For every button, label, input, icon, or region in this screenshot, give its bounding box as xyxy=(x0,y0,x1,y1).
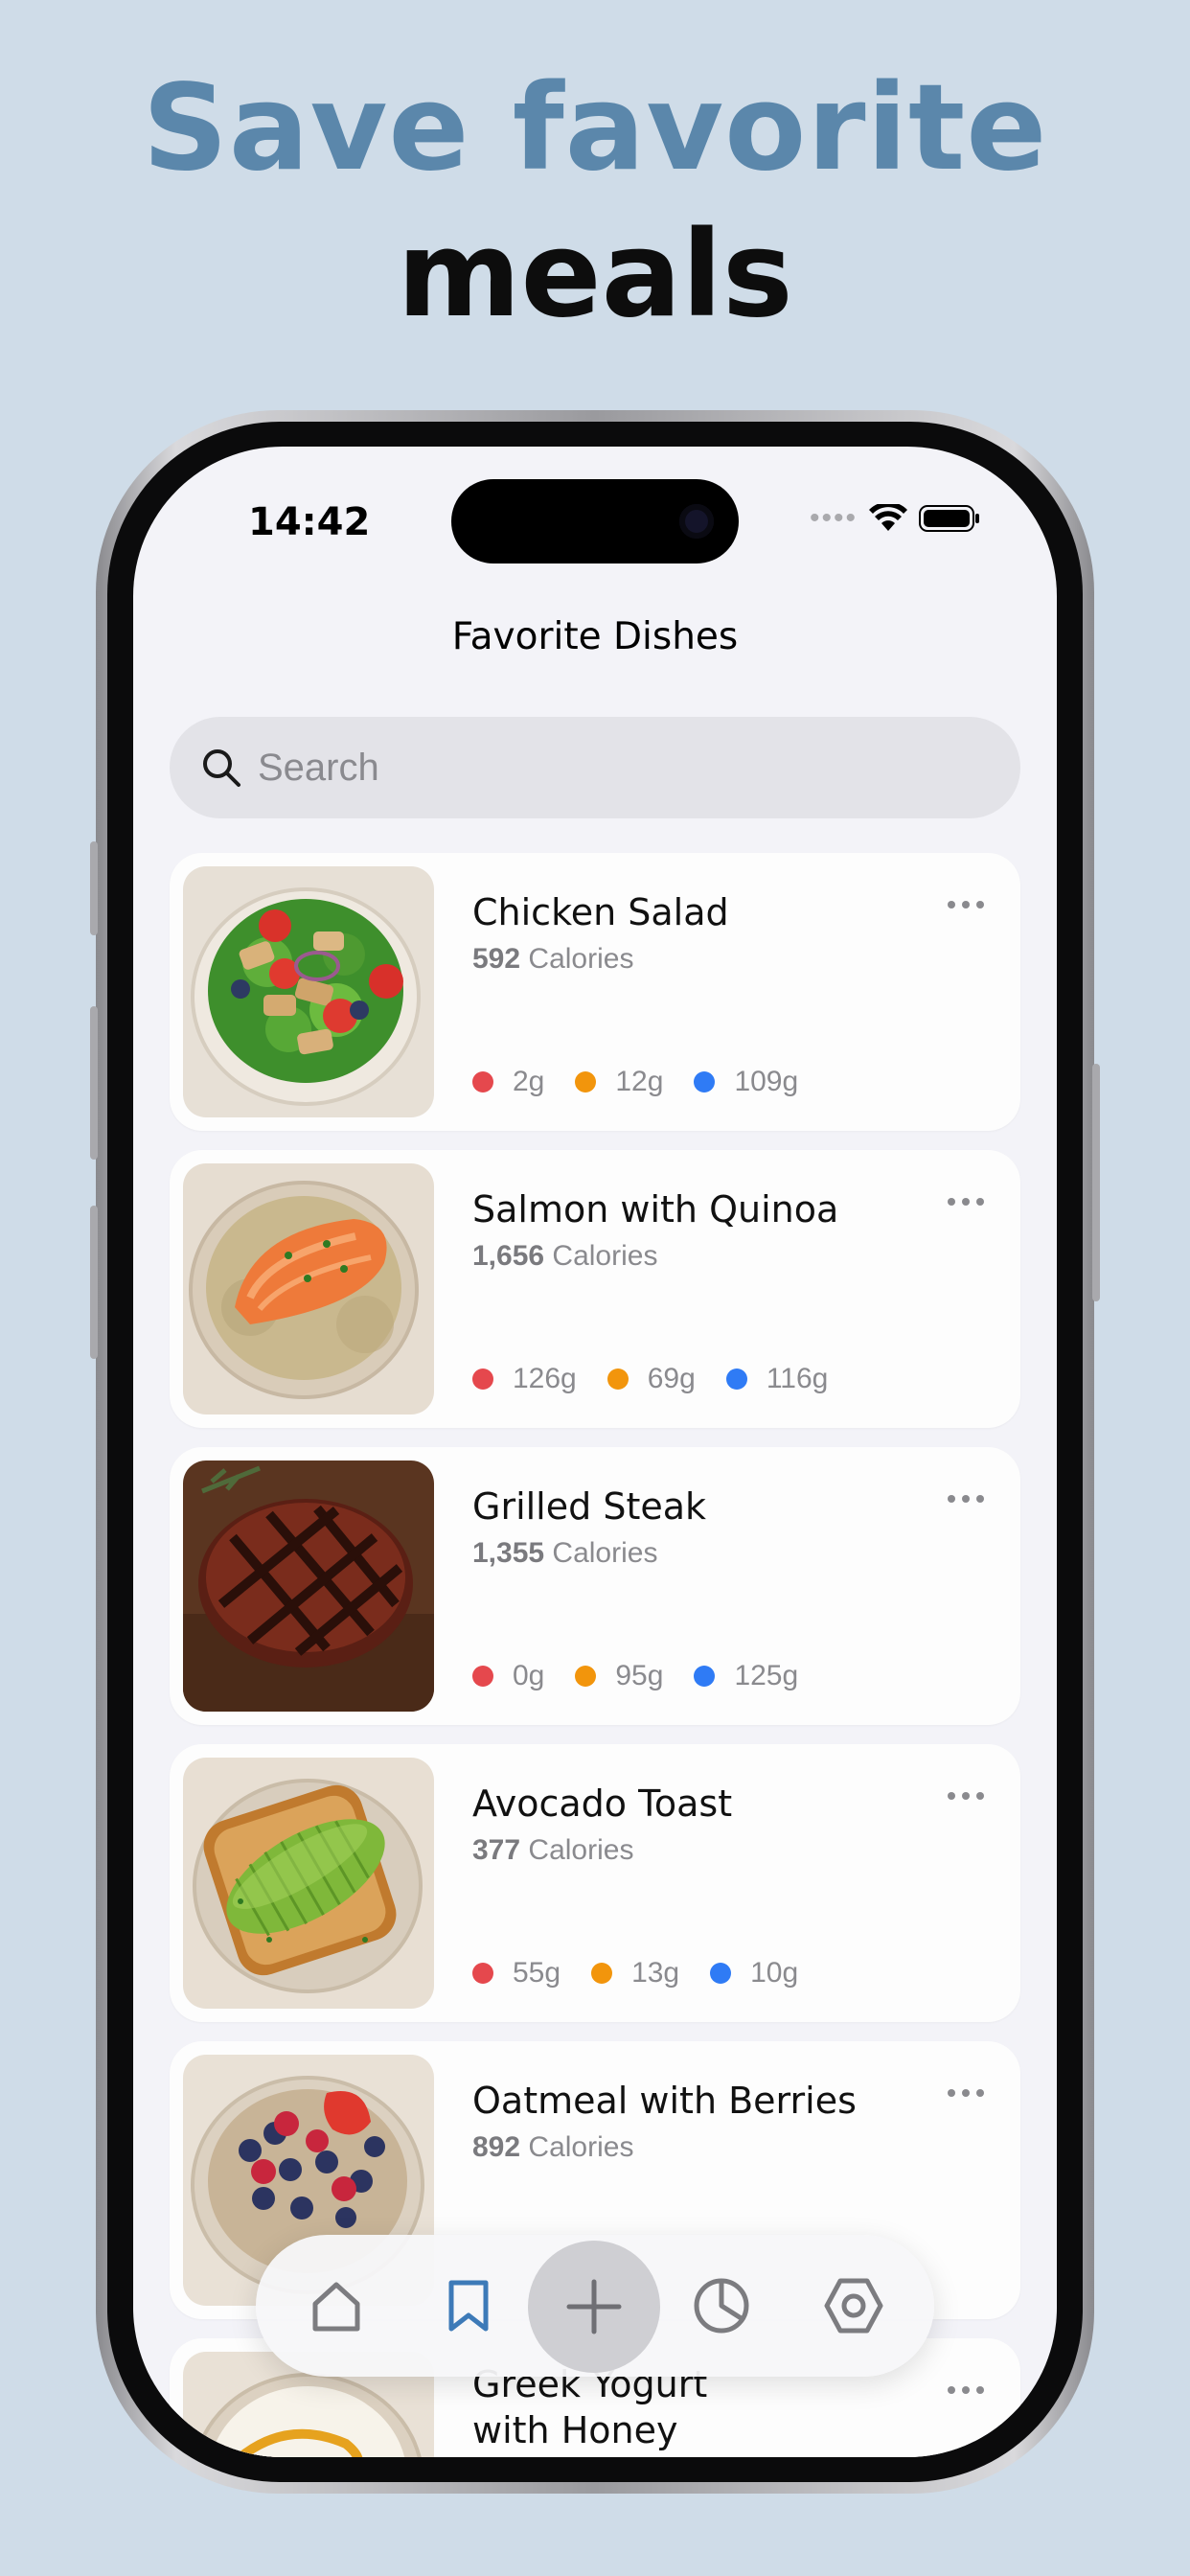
macro-row: 55g 13g 10g xyxy=(472,1957,829,1990)
protein-dot-icon xyxy=(472,1368,493,1390)
battery-icon xyxy=(919,505,979,532)
status-indicators: •••• xyxy=(810,502,980,535)
page-title: Favorite Dishes xyxy=(451,615,739,658)
macro-row: 2g 12g 109g xyxy=(472,1066,829,1098)
dish-card[interactable]: Avocado Toast 377 Calories 55g 13g 10g xyxy=(170,1744,1020,2022)
tab-favorites[interactable] xyxy=(426,2264,511,2348)
dish-image-salmon-quinoa xyxy=(183,1163,434,1414)
action-button xyxy=(90,841,98,935)
dish-name: Salmon with Quinoa xyxy=(472,1188,839,1230)
home-icon xyxy=(312,2282,360,2332)
dish-card[interactable]: Chicken Salad 592 Calories 2g 12g 109g xyxy=(170,853,1020,1131)
carbs-dot-icon xyxy=(575,1071,597,1092)
dish-name: Avocado Toast xyxy=(472,1782,733,1825)
promo-headline-line1: Save favorite xyxy=(142,59,1048,197)
fat-dot-icon xyxy=(694,1071,716,1092)
carbs-value: 95g xyxy=(615,1660,664,1691)
fat-value: 10g xyxy=(750,1957,799,1989)
volume-down-button xyxy=(90,1206,98,1359)
dish-card[interactable]: Grilled Steak 1,355 Calories 0g 95g 125g xyxy=(170,1447,1020,1725)
dish-calories: 1,656 Calories xyxy=(472,1240,658,1272)
promo-headline-line2: meals xyxy=(397,206,793,344)
macro-row: 0g 95g 125g xyxy=(472,1660,829,1692)
protein-dot-icon xyxy=(472,1071,493,1092)
more-options-icon[interactable] xyxy=(948,2386,984,2394)
protein-dot-icon xyxy=(472,1963,493,1984)
favorites-list: Chicken Salad 592 Calories 2g 12g 109g S… xyxy=(170,853,1020,2457)
fat-value: 125g xyxy=(734,1660,799,1691)
dish-name: Chicken Salad xyxy=(472,891,729,933)
carbs-dot-icon xyxy=(606,1368,629,1390)
settings-icon xyxy=(824,2278,883,2334)
status-time: 14:42 xyxy=(248,500,371,544)
more-options-icon[interactable] xyxy=(948,1198,984,1206)
search-icon xyxy=(203,749,240,787)
fat-dot-icon xyxy=(710,1963,732,1984)
volume-up-button xyxy=(90,1006,98,1160)
carbs-value: 13g xyxy=(631,1957,680,1989)
dynamic-island xyxy=(451,479,739,564)
carbs-value: 69g xyxy=(647,1363,696,1394)
fat-value: 116g xyxy=(766,1363,829,1394)
bookmark-icon xyxy=(448,2280,489,2332)
dish-name: Grilled Steak xyxy=(472,1485,707,1528)
dish-card[interactable]: Salmon with Quinoa 1,656 Calories 126g 6… xyxy=(170,1150,1020,1428)
dish-image-chicken-salad xyxy=(183,866,434,1117)
search-bar[interactable]: Search xyxy=(170,717,1020,818)
macro-row: 126g 69g 116g xyxy=(472,1363,858,1395)
app-screen: 14:42 •••• Favorite Dishes Search Chicke… xyxy=(133,447,1057,2457)
dish-image-avocado-toast xyxy=(183,1758,434,2009)
dish-calories: 377 Calories xyxy=(472,1834,634,1866)
power-button xyxy=(1092,1064,1100,1301)
fat-value: 109g xyxy=(734,1066,799,1097)
more-options-icon[interactable] xyxy=(948,1792,984,1800)
more-options-icon[interactable] xyxy=(948,901,984,908)
tab-settings[interactable] xyxy=(812,2264,896,2348)
dish-calories: 592 Calories xyxy=(472,943,634,975)
cellular-signal-icon: •••• xyxy=(809,502,858,534)
fat-dot-icon xyxy=(694,1666,716,1687)
carbs-dot-icon xyxy=(575,1666,597,1687)
protein-value: 2g xyxy=(513,1066,545,1097)
search-input[interactable]: Search xyxy=(258,747,379,790)
carbs-value: 12g xyxy=(615,1066,664,1097)
dish-calories: 892 Calories xyxy=(472,2131,634,2163)
fat-dot-icon xyxy=(725,1368,747,1390)
carbs-dot-icon xyxy=(591,1963,613,1984)
camera-icon xyxy=(679,504,714,539)
protein-dot-icon xyxy=(472,1666,493,1687)
protein-value: 55g xyxy=(513,1957,561,1989)
dish-name: Oatmeal with Berries xyxy=(472,2080,857,2122)
tab-home[interactable] xyxy=(294,2264,378,2348)
tab-bar xyxy=(256,2235,934,2377)
plus-icon xyxy=(566,2279,622,2334)
tab-stats[interactable] xyxy=(679,2264,764,2348)
wifi-icon xyxy=(869,504,907,531)
more-options-icon[interactable] xyxy=(948,2089,984,2097)
pie-chart-icon xyxy=(694,2278,749,2334)
protein-value: 0g xyxy=(513,1660,545,1691)
dish-image-grilled-steak xyxy=(183,1460,434,1712)
protein-value: 126g xyxy=(513,1363,577,1394)
add-button[interactable] xyxy=(528,2241,660,2373)
dish-calories: 1,355 Calories xyxy=(472,1537,658,1569)
more-options-icon[interactable] xyxy=(948,1495,984,1503)
